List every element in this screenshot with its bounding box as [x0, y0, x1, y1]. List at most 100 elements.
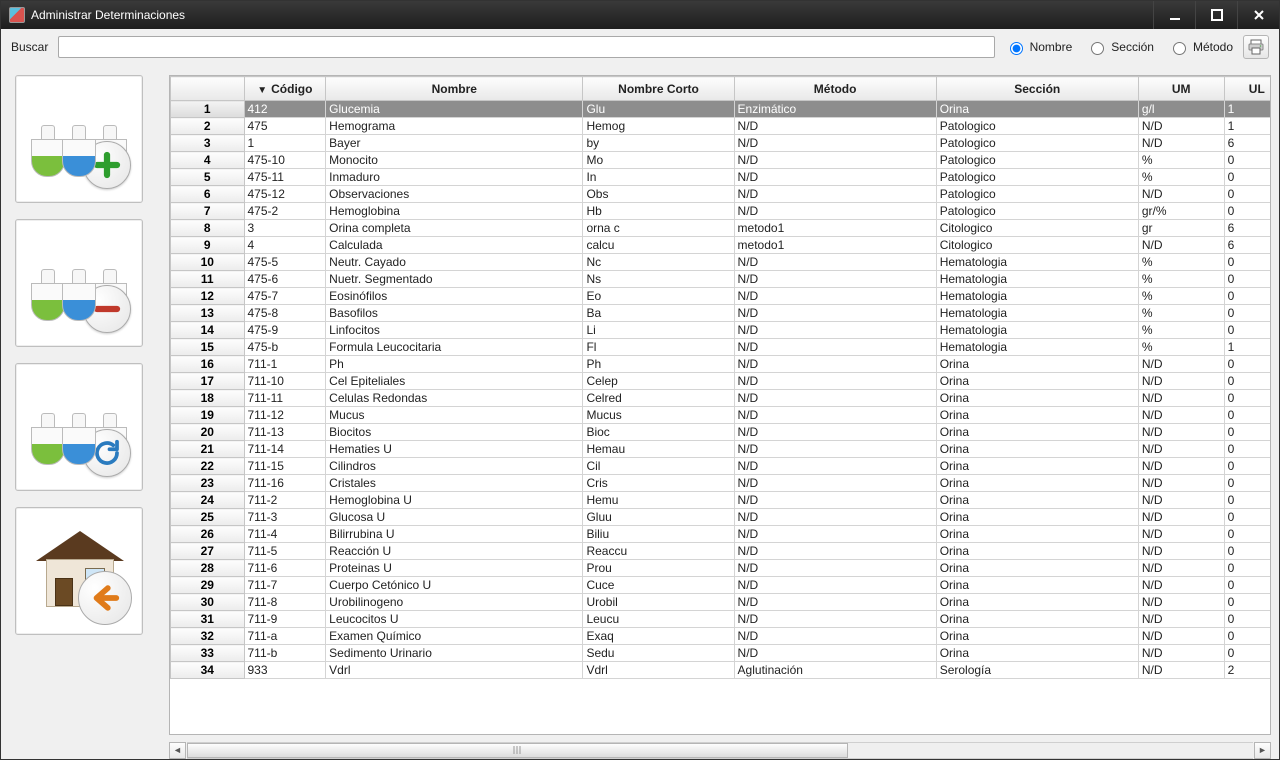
cell-metodo[interactable]: N/D [734, 475, 936, 492]
table-row[interactable]: 83Orina completaorna cmetodo1Citologicog… [171, 220, 1272, 237]
cell-metodo[interactable]: N/D [734, 509, 936, 526]
row-number[interactable]: 27 [171, 543, 245, 560]
radio-nombre[interactable]: Nombre [1005, 39, 1073, 55]
radio-nombre-input[interactable] [1010, 42, 1023, 55]
cell-ul[interactable]: 1 [1224, 101, 1271, 118]
col-rownum[interactable] [171, 77, 245, 101]
cell-metodo[interactable]: N/D [734, 373, 936, 390]
row-number[interactable]: 3 [171, 135, 245, 152]
cell-nombre[interactable]: Bayer [326, 135, 583, 152]
row-number[interactable]: 31 [171, 611, 245, 628]
table-row[interactable]: 17711-10Cel EpitelialesCelepN/DOrinaN/D0 [171, 373, 1272, 390]
print-button[interactable] [1243, 35, 1269, 59]
row-number[interactable]: 20 [171, 424, 245, 441]
cell-ul[interactable]: 0 [1224, 594, 1271, 611]
cell-nombre-corto[interactable]: Hemog [583, 118, 734, 135]
cell-metodo[interactable]: N/D [734, 152, 936, 169]
cell-codigo[interactable]: 475-8 [244, 305, 326, 322]
cell-codigo[interactable]: 711-16 [244, 475, 326, 492]
cell-nombre-corto[interactable]: Ba [583, 305, 734, 322]
cell-seccion[interactable]: Orina [936, 526, 1138, 543]
table-row[interactable]: 12475-7EosinófilosEoN/DHematologia%0 [171, 288, 1272, 305]
cell-ul[interactable]: 0 [1224, 305, 1271, 322]
scroll-left-button[interactable]: ◄ [169, 742, 186, 759]
cell-metodo[interactable]: N/D [734, 356, 936, 373]
cell-codigo[interactable]: 475-9 [244, 322, 326, 339]
cell-metodo[interactable]: N/D [734, 203, 936, 220]
cell-codigo[interactable]: 711-6 [244, 560, 326, 577]
cell-seccion[interactable]: Orina [936, 475, 1138, 492]
cell-codigo[interactable]: 711-7 [244, 577, 326, 594]
cell-nombre-corto[interactable]: In [583, 169, 734, 186]
cell-ul[interactable]: 0 [1224, 492, 1271, 509]
cell-nombre[interactable]: Bilirrubina U [326, 526, 583, 543]
cell-ul[interactable]: 1 [1224, 339, 1271, 356]
cell-metodo[interactable]: metodo1 [734, 237, 936, 254]
cell-ul[interactable]: 0 [1224, 254, 1271, 271]
cell-nombre[interactable]: Hemoglobina [326, 203, 583, 220]
cell-codigo[interactable]: 711-15 [244, 458, 326, 475]
cell-metodo[interactable]: N/D [734, 560, 936, 577]
cell-nombre-corto[interactable]: Eo [583, 288, 734, 305]
cell-um[interactable]: N/D [1138, 373, 1224, 390]
table-row[interactable]: 27711-5Reacción UReaccuN/DOrinaN/D0 [171, 543, 1272, 560]
col-metodo[interactable]: Método [734, 77, 936, 101]
table-row[interactable]: 30711-8UrobilinogenoUrobilN/DOrinaN/D0 [171, 594, 1272, 611]
row-number[interactable]: 7 [171, 203, 245, 220]
cell-seccion[interactable]: Hematologia [936, 271, 1138, 288]
cell-ul[interactable]: 0 [1224, 322, 1271, 339]
table-row[interactable]: 2475HemogramaHemogN/DPatologicoN/D1 [171, 118, 1272, 135]
cell-codigo[interactable]: 475-11 [244, 169, 326, 186]
cell-metodo[interactable]: N/D [734, 288, 936, 305]
cell-nombre[interactable]: Orina completa [326, 220, 583, 237]
cell-nombre-corto[interactable]: Hemu [583, 492, 734, 509]
cell-metodo[interactable]: N/D [734, 322, 936, 339]
row-number[interactable]: 28 [171, 560, 245, 577]
table-row[interactable]: 19711-12MucusMucusN/DOrinaN/D0 [171, 407, 1272, 424]
row-number[interactable]: 12 [171, 288, 245, 305]
cell-codigo[interactable]: 412 [244, 101, 326, 118]
cell-metodo[interactable]: N/D [734, 271, 936, 288]
row-number[interactable]: 4 [171, 152, 245, 169]
table-row[interactable]: 33711-bSedimento UrinarioSeduN/DOrinaN/D… [171, 645, 1272, 662]
table-row[interactable]: 13475-8BasofilosBaN/DHematologia%0 [171, 305, 1272, 322]
cell-metodo[interactable]: N/D [734, 645, 936, 662]
cell-um[interactable]: % [1138, 322, 1224, 339]
cell-nombre[interactable]: Vdrl [326, 662, 583, 679]
cell-nombre-corto[interactable]: Celred [583, 390, 734, 407]
cell-ul[interactable]: 0 [1224, 543, 1271, 560]
row-number[interactable]: 5 [171, 169, 245, 186]
cell-ul[interactable]: 0 [1224, 390, 1271, 407]
row-number[interactable]: 10 [171, 254, 245, 271]
cell-nombre-corto[interactable]: Mo [583, 152, 734, 169]
cell-seccion[interactable]: Orina [936, 101, 1138, 118]
cell-seccion[interactable]: Orina [936, 407, 1138, 424]
cell-um[interactable]: N/D [1138, 458, 1224, 475]
cell-seccion[interactable]: Citologico [936, 220, 1138, 237]
refresh-button[interactable] [15, 363, 143, 491]
cell-metodo[interactable]: N/D [734, 441, 936, 458]
cell-nombre[interactable]: Hemograma [326, 118, 583, 135]
cell-ul[interactable]: 6 [1224, 220, 1271, 237]
cell-codigo[interactable]: 933 [244, 662, 326, 679]
table-row[interactable]: 32711-aExamen QuímicoExaqN/DOrinaN/D0 [171, 628, 1272, 645]
row-number[interactable]: 21 [171, 441, 245, 458]
cell-nombre-corto[interactable]: Reaccu [583, 543, 734, 560]
cell-nombre-corto[interactable]: Fl [583, 339, 734, 356]
cell-nombre-corto[interactable]: Exaq [583, 628, 734, 645]
cell-nombre[interactable]: Ph [326, 356, 583, 373]
data-grid[interactable]: ▼Código Nombre Nombre Corto Método Secci… [169, 75, 1271, 735]
cell-um[interactable]: N/D [1138, 662, 1224, 679]
cell-codigo[interactable]: 711-4 [244, 526, 326, 543]
cell-codigo[interactable]: 711-3 [244, 509, 326, 526]
cell-um[interactable]: % [1138, 169, 1224, 186]
cell-ul[interactable]: 0 [1224, 152, 1271, 169]
row-number[interactable]: 34 [171, 662, 245, 679]
cell-metodo[interactable]: N/D [734, 186, 936, 203]
col-nombre-corto[interactable]: Nombre Corto [583, 77, 734, 101]
cell-nombre-corto[interactable]: Vdrl [583, 662, 734, 679]
cell-nombre-corto[interactable]: Leucu [583, 611, 734, 628]
cell-nombre-corto[interactable]: Li [583, 322, 734, 339]
search-input[interactable] [58, 36, 994, 58]
cell-nombre-corto[interactable]: Celep [583, 373, 734, 390]
